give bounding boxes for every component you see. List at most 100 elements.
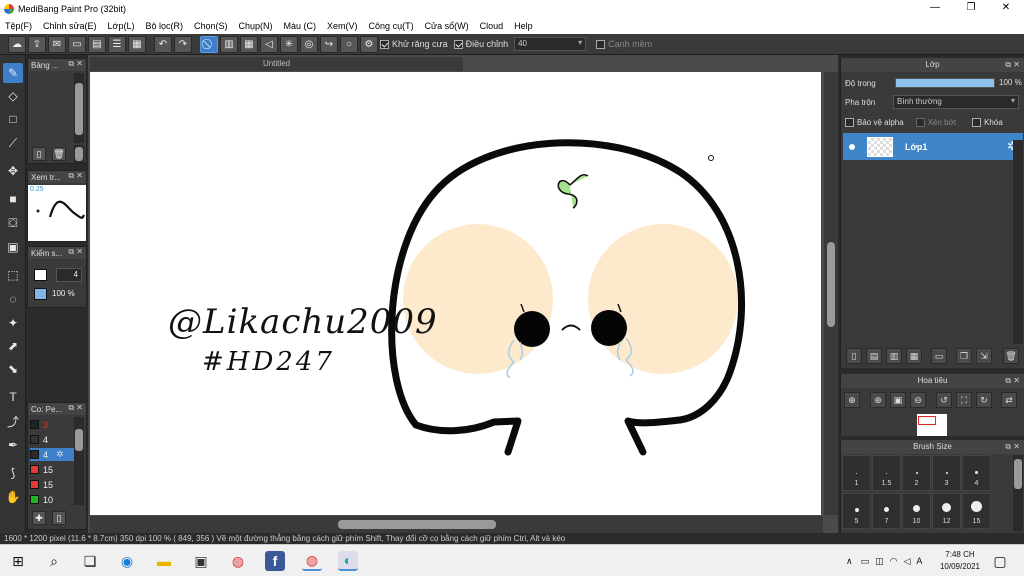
redo-icon[interactable]: ↷	[174, 35, 192, 53]
chrome-icon[interactable]: ◍	[228, 551, 248, 571]
brush-panel-scrollbar[interactable]	[74, 73, 84, 143]
edge-browser-icon[interactable]: ◉	[117, 551, 137, 571]
brush-size-cell[interactable]: 3	[932, 455, 961, 491]
new-halftone-layer-icon[interactable]: ▤	[866, 348, 882, 364]
volume-icon[interactable]: ◁	[903, 556, 910, 567]
lasso-tool-icon[interactable]: ◌	[3, 289, 23, 309]
blend-mode-select[interactable]: Bình thường ▾	[893, 95, 1019, 109]
menu-cloud[interactable]: Cloud	[480, 21, 504, 31]
store-icon[interactable]: ▣	[191, 551, 211, 571]
panel-close-icon[interactable]: ⧉ ✕	[1005, 58, 1020, 72]
parallel-snap-icon[interactable]: ▥	[220, 35, 238, 53]
canvas-horizontal-scrollbar[interactable]	[90, 516, 823, 533]
lock-checkbox[interactable]	[972, 117, 982, 127]
list-icon[interactable]: ☰	[108, 35, 126, 53]
palette-scrollbar[interactable]	[74, 417, 84, 505]
cloud-icon[interactable]: ☁	[8, 35, 26, 53]
fit-screen-icon[interactable]: ⛶	[956, 392, 972, 408]
zoom-actual-icon[interactable]: ▣	[890, 392, 906, 408]
move-tool-icon[interactable]: ✥	[3, 161, 23, 181]
protect-alpha-checkbox[interactable]	[845, 117, 854, 127]
minimize-button[interactable]: —	[918, 0, 952, 17]
magic-wand-tool-icon[interactable]: ✦	[3, 313, 23, 333]
eyedropper-tool-icon[interactable]: ⟆	[3, 463, 23, 483]
snap-off-icon[interactable]: ⃠	[200, 35, 218, 53]
merge-layer-icon[interactable]: ⇲	[976, 348, 992, 364]
radial-snap-icon[interactable]: ✳	[280, 35, 298, 53]
comment-icon[interactable]: ✉	[48, 35, 66, 53]
rect-select-tool-icon[interactable]: ⬚	[3, 265, 23, 285]
dot-tool-icon[interactable]: ⟋	[3, 133, 23, 153]
menu-snap[interactable]: Chụp(N)	[239, 21, 273, 31]
flip-horizontal-icon[interactable]: ⇄	[1001, 392, 1017, 408]
restore-button[interactable]: ❐	[954, 0, 988, 17]
gradient-tool-icon[interactable]: ▣	[3, 237, 23, 257]
curve-snap-icon[interactable]: ↪	[320, 35, 338, 53]
file-explorer-icon[interactable]: ▬	[154, 551, 174, 571]
vanishing-snap-icon[interactable]: ◁	[260, 35, 278, 53]
brush-size-cell[interactable]: 2	[902, 455, 931, 491]
wifi-icon[interactable]: ◠	[890, 556, 898, 567]
rotate-left-icon[interactable]: ↺	[936, 392, 952, 408]
palette-row[interactable]: 15	[30, 478, 74, 491]
menu-color[interactable]: Màu (C)	[284, 21, 317, 31]
eraser-tool-icon[interactable]: ◇	[3, 86, 23, 106]
menu-layer[interactable]: Lớp(L)	[108, 21, 135, 31]
menu-select[interactable]: Chọn(S)	[194, 21, 228, 31]
text-tool-icon[interactable]: T	[3, 387, 23, 407]
panel-close-icon[interactable]: ⧉ ✕	[68, 171, 83, 181]
brush-size-cell[interactable]: 10	[902, 493, 931, 529]
circle-snap-icon[interactable]: ◎	[300, 35, 318, 53]
grid-icon[interactable]: ▦	[128, 35, 146, 53]
search-icon[interactable]: ⌕	[44, 551, 64, 571]
chrome-active-icon[interactable]: ◍	[302, 551, 322, 571]
snap-settings-icon[interactable]: ⚙	[360, 35, 378, 53]
add-color-icon[interactable]: ✚	[32, 511, 46, 525]
soft-edge-checkbox[interactable]	[596, 39, 606, 49]
ellipse-snap-icon[interactable]: ○	[340, 35, 358, 53]
undo-icon[interactable]: ↶	[154, 35, 172, 53]
brush-tool-icon[interactable]: ✎	[3, 63, 23, 83]
palette-row[interactable]: 4	[30, 433, 74, 446]
palette-row-selected[interactable]: 4 ✲	[30, 448, 74, 461]
cross-snap-icon[interactable]: ▦	[240, 35, 258, 53]
menu-file[interactable]: Tệp(F)	[5, 21, 32, 31]
palette-row[interactable]: 15	[30, 463, 74, 476]
folder-icon[interactable]: ▭	[931, 348, 947, 364]
facebook-icon[interactable]: f	[265, 551, 285, 571]
close-button[interactable]: ✕	[989, 0, 1023, 17]
add-layer-menu-icon[interactable]: ▦	[906, 348, 922, 364]
brush-size-cell[interactable]: 1.5	[872, 455, 901, 491]
brush-size-cell[interactable]: 7	[872, 493, 901, 529]
task-view-icon[interactable]: ❏	[80, 551, 100, 571]
bucket-tool-icon[interactable]: ⛋	[3, 213, 23, 233]
brush-size-scrollbar[interactable]	[1013, 455, 1023, 531]
panel-close-icon[interactable]: ⧉ ✕	[1005, 374, 1020, 388]
menu-window[interactable]: Cửa sổ(W)	[425, 21, 469, 31]
menu-filter[interactable]: Bộ lọc(R)	[145, 21, 183, 31]
chevron-up-icon[interactable]: ∧	[846, 556, 853, 567]
hand-tool-icon[interactable]: ✋	[3, 487, 23, 507]
brush-size-cell[interactable]: 4	[962, 455, 991, 491]
new-1bit-layer-icon[interactable]: ▥	[886, 348, 902, 364]
operation-tool-icon[interactable]: ⤴	[3, 411, 23, 431]
new-brush-icon[interactable]: ▯	[32, 147, 46, 161]
battery-icon[interactable]: ▭	[861, 556, 870, 567]
layer-item[interactable]: Lớp1 ✲	[843, 133, 1023, 160]
menu-help[interactable]: Help	[514, 21, 533, 31]
new-palette-icon[interactable]: ▯	[52, 511, 66, 525]
canvas-vertical-scrollbar[interactable]	[824, 72, 838, 515]
adjust-value-select[interactable]: 40 ▾	[514, 37, 587, 51]
select-eraser-tool-icon[interactable]: ⬊	[3, 359, 23, 379]
adjust-checkbox[interactable]	[453, 39, 463, 49]
select-pen-tool-icon[interactable]: ⬈	[3, 336, 23, 356]
device-icon[interactable]: ◫	[875, 556, 884, 567]
windows-start-icon[interactable]: ⊞	[8, 551, 28, 571]
navigator-thumbnail[interactable]	[917, 414, 947, 436]
message-icon[interactable]: ▭	[68, 35, 86, 53]
zoom-in-icon[interactable]: ⊕	[870, 392, 886, 408]
ime-icon[interactable]: A	[916, 556, 922, 566]
palette-row[interactable]: 10	[30, 493, 74, 506]
panel-close-icon[interactable]: ⧉ ✕	[1005, 440, 1020, 454]
medibang-taskbar-icon[interactable]: ◐	[338, 551, 358, 571]
